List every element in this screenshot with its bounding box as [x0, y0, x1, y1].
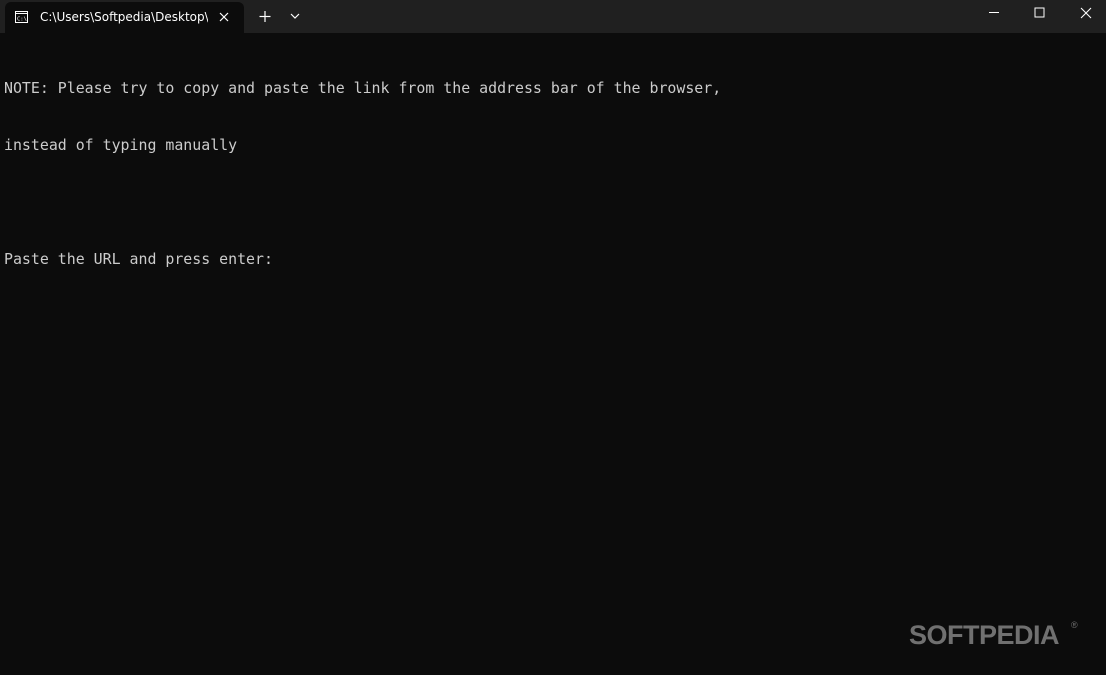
plus-icon [259, 11, 271, 22]
watermark-logo: SOFTPEDIA [909, 620, 1060, 650]
terminal-tab[interactable]: C:\ C:\Users\Softpedia\Desktop\url [5, 2, 244, 33]
chevron-down-icon [290, 13, 300, 19]
tab-dropdown-button[interactable] [282, 0, 308, 33]
terminal-icon: C:\ [15, 11, 28, 23]
svg-text:C:\: C:\ [17, 17, 27, 23]
console-prompt: Paste the URL and press enter: [4, 250, 273, 268]
close-tab-icon[interactable] [215, 8, 233, 26]
close-icon [1080, 7, 1092, 19]
maximize-button[interactable] [1016, 0, 1062, 33]
terminal-window: C:\ C:\Users\Softpedia\Desktop\url NOTE:… [0, 0, 1106, 675]
console-output[interactable]: NOTE: Please try to copy and paste the l… [4, 41, 1094, 307]
tab-title: C:\Users\Softpedia\Desktop\url [40, 10, 208, 24]
minimize-button[interactable] [971, 0, 1016, 33]
title-bar[interactable]: C:\ C:\Users\Softpedia\Desktop\url [0, 0, 1106, 33]
registered-mark: ® [1071, 620, 1078, 630]
minimize-icon [989, 12, 999, 13]
console-line-note-cont: instead of typing manually [4, 136, 238, 154]
maximize-icon [1034, 7, 1045, 18]
close-window-button[interactable] [1062, 0, 1106, 33]
console-line-note: NOTE: Please try to copy and paste the l… [4, 79, 722, 97]
new-tab-button[interactable] [252, 0, 278, 33]
